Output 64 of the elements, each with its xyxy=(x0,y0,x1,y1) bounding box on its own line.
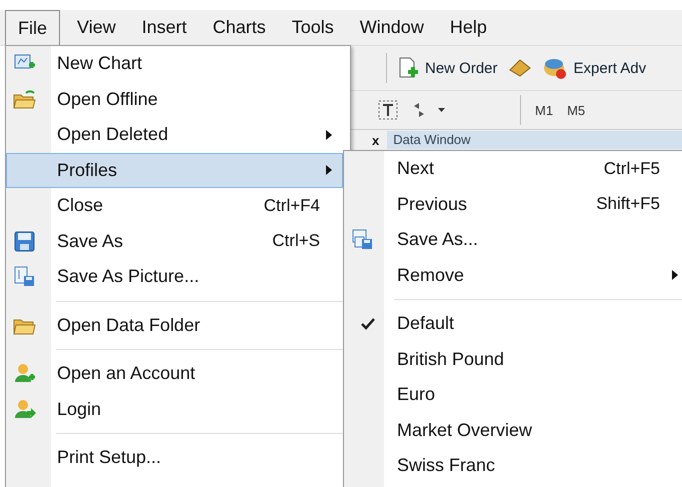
menu-entry[interactable]: Close Ctrl+F4 xyxy=(6,188,343,224)
menu-entry[interactable]: Profiles xyxy=(6,152,343,188)
menu-entry[interactable]: Print Setup... xyxy=(6,440,343,476)
menu-entry[interactable]: Next Ctrl+F5 xyxy=(344,151,682,186)
menu-label: Default xyxy=(397,313,454,334)
menu-label: Print Setup... xyxy=(57,447,162,468)
menu-item[interactable]: Tools xyxy=(278,9,347,46)
menu-label: Previous xyxy=(397,194,468,215)
menu-entry[interactable]: Open Data Folder xyxy=(6,308,343,343)
menu-label: Save As Picture... xyxy=(57,266,200,288)
text-tool-icon[interactable] xyxy=(378,100,398,120)
picture-save-icon xyxy=(13,265,37,289)
menu-entry[interactable]: New Chart xyxy=(6,46,343,82)
menu-label: Open an Account xyxy=(57,363,196,384)
menu-label: Open Offline xyxy=(57,88,158,110)
menu-entry[interactable]: Save As Picture... xyxy=(6,259,343,294)
menu-entry[interactable]: Remove xyxy=(344,258,682,293)
menu-entry[interactable]: Save As... xyxy=(344,222,682,258)
shortcut-text: Shift+F5 xyxy=(596,194,660,214)
menu-label: British Pound xyxy=(397,348,504,370)
menu-label: New Chart xyxy=(57,53,142,74)
menu-label: Market Overview xyxy=(397,420,532,441)
menu-label: Close xyxy=(57,195,104,216)
menu-label: Next xyxy=(397,158,434,180)
menu-label: Open Deleted xyxy=(57,124,168,146)
menu-entry[interactable]: Swiss Franc xyxy=(344,448,682,484)
shortcut-text: Ctrl+F4 xyxy=(264,196,320,216)
menu-label: Open Data Folder xyxy=(57,314,200,336)
arrows-dropdown-icon[interactable] xyxy=(412,102,446,118)
menu-label: Profiles xyxy=(57,160,118,181)
new-order-button[interactable]: New Order xyxy=(397,57,498,79)
menu-label: Euro xyxy=(397,384,436,406)
menu-entry[interactable]: Previous Shift+F5 xyxy=(344,186,682,222)
menu-entry[interactable]: Save As Ctrl+S xyxy=(6,224,343,259)
panel-tab[interactable]: Data Window xyxy=(387,131,682,149)
menu-label: Save As xyxy=(57,230,124,252)
menu-label: Remove xyxy=(397,264,464,286)
menu-label: Login xyxy=(57,398,102,420)
close-button[interactable]: x xyxy=(372,132,380,148)
menu-item[interactable]: Help xyxy=(436,9,500,46)
profile-save-icon xyxy=(351,228,375,252)
menu-entry[interactable]: Market Overview xyxy=(344,412,682,448)
shortcut-text: Ctrl+F5 xyxy=(604,158,660,179)
document-add-icon xyxy=(397,57,419,79)
menu-label: Swiss Franc xyxy=(397,455,496,476)
menu-entry[interactable]: Default xyxy=(344,306,682,342)
shortcut-text: Ctrl+S xyxy=(272,231,320,252)
menu-item[interactable]: View xyxy=(64,9,129,46)
timeframe-button[interactable]: M1 xyxy=(535,102,554,118)
menu-entry[interactable]: Euro xyxy=(344,377,682,412)
save-icon xyxy=(13,230,37,254)
folder-icon xyxy=(13,88,37,112)
menu-entry[interactable]: Open Offline xyxy=(6,82,343,117)
menu-item[interactable]: Insert xyxy=(128,9,200,46)
menu-entry[interactable]: Open an Account xyxy=(6,356,343,392)
menu-label: Save As... xyxy=(397,229,478,250)
menu-item[interactable]: Charts xyxy=(200,9,279,46)
timeframe-button[interactable]: M5 xyxy=(567,102,586,118)
expert-advisors-button[interactable]: Expert Adv xyxy=(542,56,646,80)
menu-entry[interactable]: British Pound xyxy=(344,342,682,377)
menu-entry[interactable]: Open Deleted xyxy=(6,117,343,152)
menu-entry[interactable]: Login xyxy=(6,392,343,427)
menu-item[interactable]: Window xyxy=(346,9,437,46)
menu-item[interactable]: File xyxy=(5,10,60,46)
